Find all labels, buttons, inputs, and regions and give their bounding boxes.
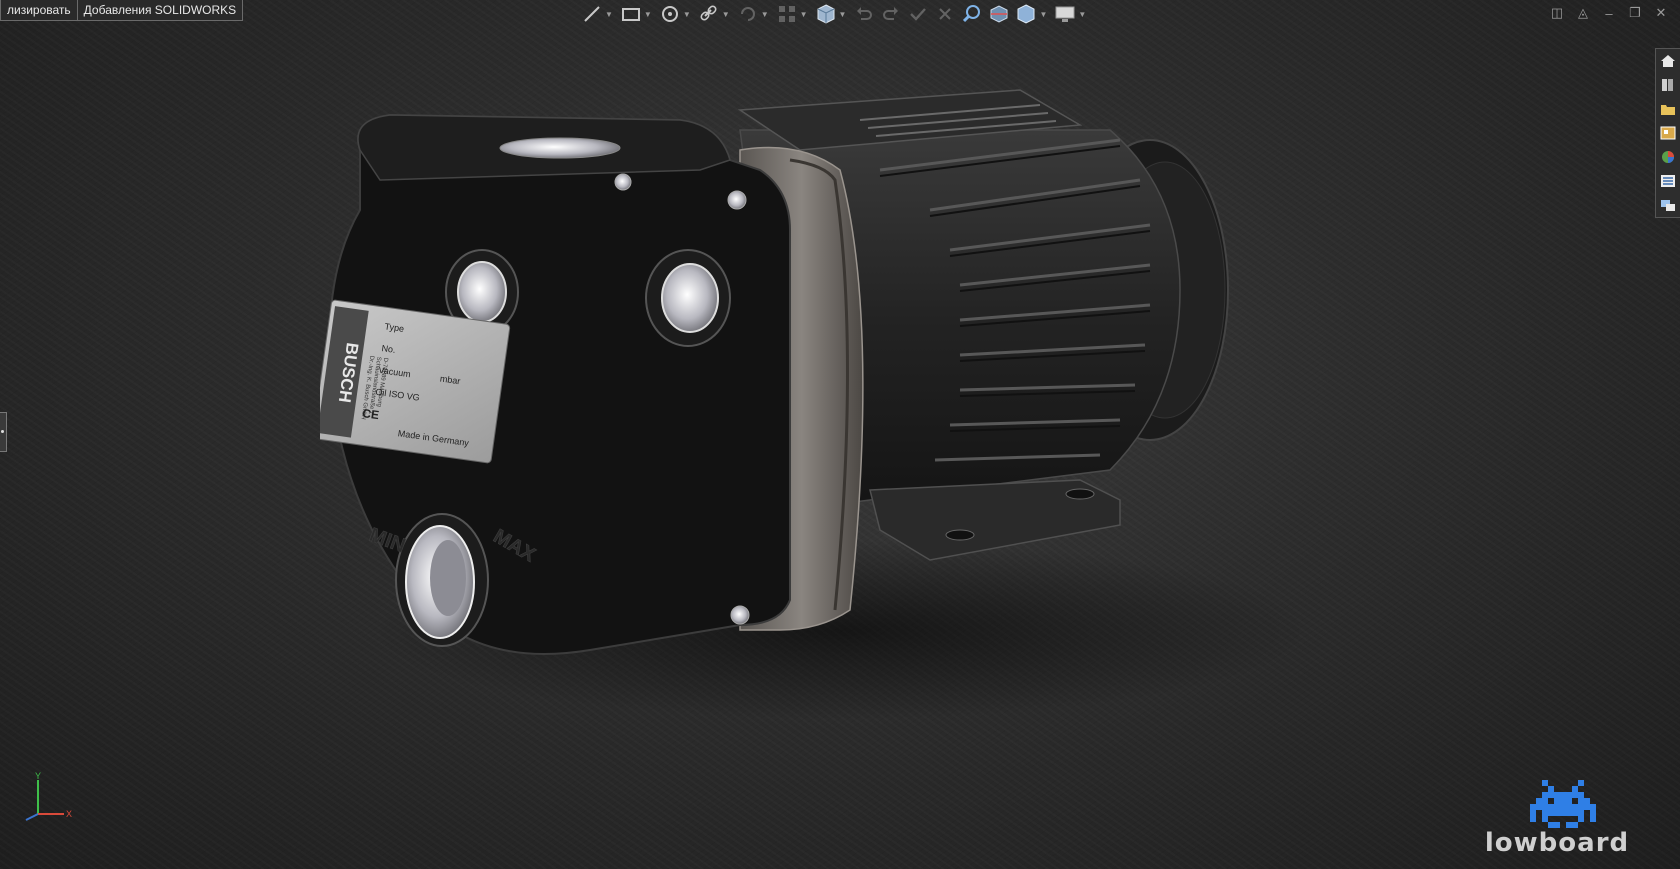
rotate-icon — [740, 7, 755, 21]
pattern-button[interactable]: ▼ — [775, 2, 811, 26]
window-controls: ◫ ◬ – ❐ ✕ — [1548, 4, 1670, 22]
heads-up-toolbar: ▼ ▼ ▼ ▼ ▼ ▼ ▼ ▼ ▼ — [580, 2, 1089, 26]
tile-right-icon[interactable]: ◬ — [1574, 4, 1592, 22]
logo-text: lowboard — [1484, 828, 1630, 858]
undo-button[interactable] — [852, 2, 876, 26]
view-orientation-icon — [817, 4, 835, 24]
view-orientation-button[interactable]: ▼ — [814, 2, 850, 26]
monitor-button[interactable]: ▼ — [1053, 2, 1089, 26]
pattern-icon — [778, 6, 795, 22]
custom-properties-icon — [1661, 175, 1675, 187]
nameplate-no-label: No. — [381, 343, 396, 355]
feature-manager-collapse-handle[interactable] — [0, 412, 7, 452]
circle-button[interactable]: ▼ — [658, 2, 694, 26]
confirm-button[interactable] — [906, 2, 930, 26]
close-icon[interactable]: ✕ — [1652, 4, 1670, 22]
folder-icon — [1661, 105, 1675, 115]
redo-icon — [883, 7, 899, 20]
cancel-button[interactable] — [933, 2, 957, 26]
task-pane-view-palette[interactable] — [1656, 121, 1680, 145]
tile-left-icon[interactable]: ◫ — [1548, 4, 1566, 22]
nameplate-ce-mark: CE — [361, 406, 379, 422]
confirm-icon — [910, 8, 927, 21]
section-view-button[interactable] — [987, 2, 1011, 26]
circle-icon — [661, 6, 678, 22]
zoom-button[interactable] — [960, 2, 984, 26]
task-pane-resources[interactable] — [1656, 73, 1680, 97]
space-invader-icon — [1530, 780, 1596, 828]
restore-icon[interactable]: ❐ — [1626, 4, 1644, 22]
triad-y-label: Y — [35, 772, 41, 781]
forum-icon — [1661, 200, 1675, 211]
display-style-icon — [1017, 4, 1035, 24]
link-button[interactable]: ▼ — [697, 2, 733, 26]
task-pane-file-explorer[interactable] — [1656, 97, 1680, 121]
section-view-icon — [990, 5, 1008, 23]
zoom-icon — [963, 5, 981, 23]
display-style-button[interactable]: ▼ — [1014, 2, 1050, 26]
tab-solidworks-addins[interactable]: Добавления SOLIDWORKS — [77, 0, 244, 21]
appearances-icon — [1662, 151, 1674, 163]
task-pane — [1655, 48, 1680, 218]
task-pane-custom-properties[interactable] — [1656, 169, 1680, 193]
reference-triad: Y X — [25, 772, 72, 821]
task-pane-home[interactable] — [1656, 49, 1680, 73]
link-icon — [700, 5, 717, 21]
task-pane-appearances[interactable] — [1656, 145, 1680, 169]
rectangle-button[interactable]: ▼ — [619, 2, 655, 26]
task-pane-forum[interactable] — [1656, 193, 1680, 217]
undo-icon — [857, 7, 873, 20]
tab-analyze[interactable]: лизировать — [0, 0, 78, 21]
monitor-icon — [1055, 6, 1075, 22]
pump-model: BUSCH Dr.-Ing. K. Busch GmbH Schauinslan… — [320, 89, 1310, 720]
home-icon — [1661, 55, 1675, 67]
sketch-line-button[interactable]: ▼ — [580, 2, 616, 26]
view-palette-icon — [1660, 126, 1676, 140]
lowboard-logo: lowboard — [1452, 780, 1662, 858]
command-manager-tabs: лизировать Добавления SOLIDWORKS — [0, 0, 244, 22]
resources-icon — [1662, 79, 1673, 91]
triad-x-label: X — [66, 809, 72, 819]
cancel-icon — [939, 8, 952, 20]
redo-button[interactable] — [879, 2, 903, 26]
rectangle-icon — [621, 8, 640, 21]
minimize-icon[interactable]: – — [1600, 4, 1618, 22]
rotate-button[interactable]: ▼ — [736, 2, 772, 26]
sketch-line-icon — [584, 6, 600, 22]
